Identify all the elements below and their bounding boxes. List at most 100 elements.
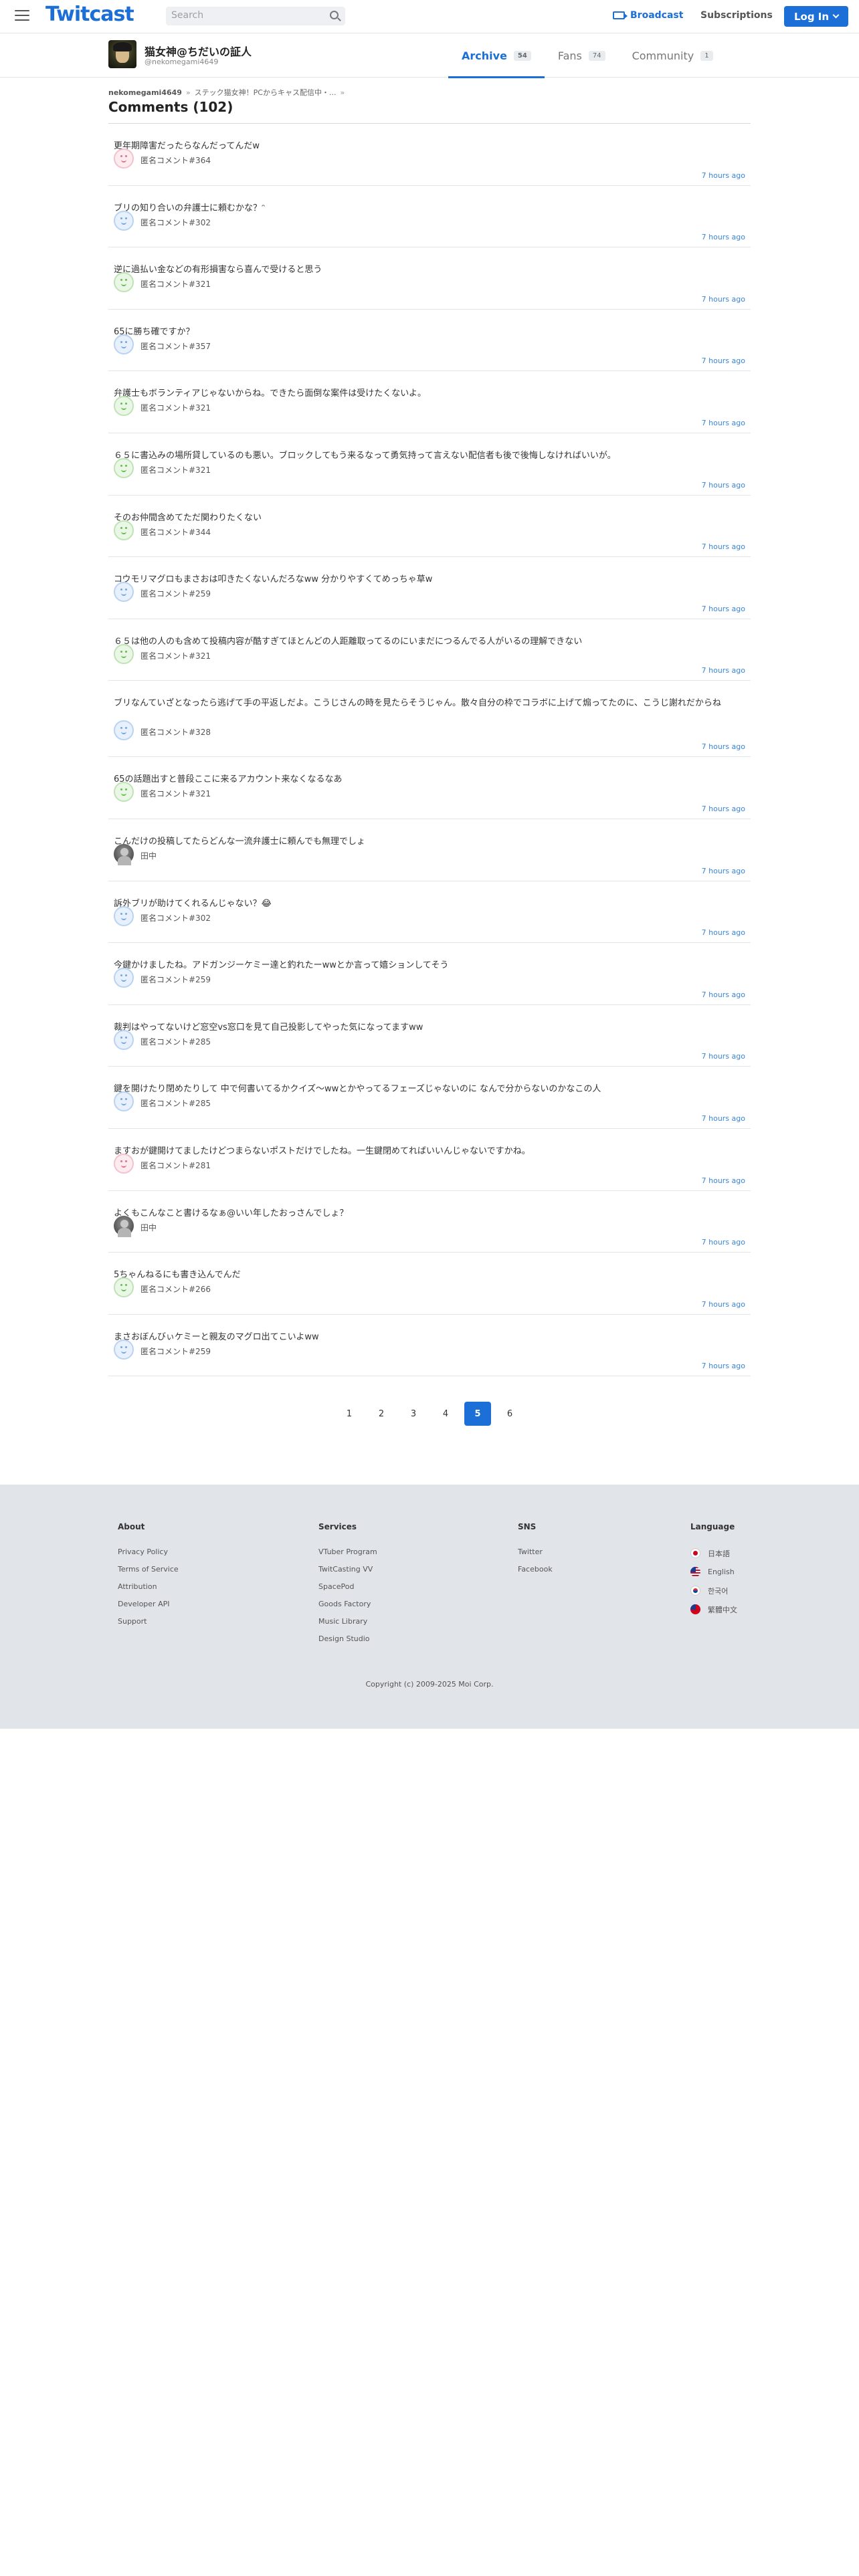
comment-text: コウモリマグロもまさおは叩きたくないんだろなww 分かりやすくてめっちゃ草w [114, 574, 433, 585]
anonymous-avatar-icon[interactable] [114, 1153, 134, 1174]
language-option[interactable]: 한국어 [690, 1585, 737, 1596]
anonymous-avatar-icon[interactable] [114, 520, 134, 540]
comment-author[interactable]: 匿名コメント#344 [140, 526, 211, 538]
anonymous-avatar-icon[interactable] [114, 1277, 134, 1298]
twitcast-logo[interactable]: Twitcast [45, 3, 134, 26]
comment-timestamp[interactable]: 7 hours ago [702, 1238, 745, 1247]
comment-timestamp[interactable]: 7 hours ago [702, 171, 745, 180]
comment-author[interactable]: 匿名コメント#321 [140, 402, 211, 413]
search-icon[interactable] [330, 11, 339, 19]
comment-author[interactable]: 匿名コメント#357 [140, 340, 211, 352]
anonymous-avatar-icon[interactable] [114, 334, 134, 354]
anonymous-avatar-icon[interactable] [114, 905, 134, 926]
comment-author[interactable]: 匿名コメント#285 [140, 1036, 211, 1047]
comment-author[interactable]: 匿名コメント#259 [140, 588, 211, 599]
comment-author[interactable]: 田中 [140, 1222, 157, 1233]
footer-link[interactable]: Twitter [518, 1547, 553, 1558]
footer-link[interactable]: Developer API [118, 1600, 179, 1610]
language-option[interactable]: 繁體中文 [690, 1604, 737, 1615]
anonymous-avatar-icon[interactable] [114, 396, 134, 417]
anonymous-avatar-icon[interactable] [114, 782, 134, 802]
comment-timestamp[interactable]: 7 hours ago [702, 542, 745, 551]
broadcast-link[interactable]: Broadcast [613, 10, 683, 21]
comment-author[interactable]: 匿名コメント#321 [140, 278, 211, 290]
comment-timestamp[interactable]: 7 hours ago [702, 666, 745, 675]
profile-name[interactable]: 猫女神@ちだいの証人 [145, 43, 252, 59]
footer-link[interactable]: Facebook [518, 1565, 553, 1575]
anonymous-avatar-icon[interactable] [114, 720, 134, 741]
comment-timestamp[interactable]: 7 hours ago [702, 1176, 745, 1185]
footer-link[interactable]: Privacy Policy [118, 1547, 179, 1558]
anonymous-avatar-icon[interactable] [114, 1091, 134, 1112]
comment-timestamp[interactable]: 7 hours ago [702, 295, 745, 304]
anonymous-avatar-icon[interactable] [114, 968, 134, 988]
footer-link[interactable]: Attribution [118, 1582, 179, 1592]
comment-author[interactable]: 匿名コメント#285 [140, 1097, 211, 1109]
avatar[interactable] [114, 843, 134, 865]
comment-author[interactable]: 匿名コメント#281 [140, 1160, 211, 1171]
comment-timestamp[interactable]: 7 hours ago [702, 1300, 745, 1309]
breadcrumb-user[interactable]: nekomegami4649 [108, 88, 182, 97]
breadcrumb-item[interactable]: ステック猫女神！PCからキャス配信中・... [195, 88, 337, 97]
comment-author[interactable]: 田中 [140, 850, 157, 861]
search-input[interactable]: Search [166, 7, 345, 25]
comment-timestamp[interactable]: 7 hours ago [702, 1114, 745, 1123]
footer-link[interactable]: Terms of Service [118, 1565, 179, 1575]
page-button-5[interactable]: 5 [464, 1402, 491, 1426]
anonymous-avatar-icon[interactable] [114, 457, 134, 478]
comment-timestamp[interactable]: 7 hours ago [702, 804, 745, 813]
comment-author[interactable]: 匿名コメント#302 [140, 912, 211, 924]
page-button-1[interactable]: 1 [336, 1402, 363, 1426]
hamburger-menu-icon[interactable] [15, 10, 29, 22]
comment-timestamp[interactable]: 7 hours ago [702, 605, 745, 613]
page-button-3[interactable]: 3 [400, 1402, 427, 1426]
comment-author[interactable]: 匿名コメント#321 [140, 650, 211, 661]
footer-link[interactable]: Design Studio [318, 1634, 377, 1644]
comment-author[interactable]: 匿名コメント#259 [140, 974, 211, 985]
language-option[interactable]: 日本語 [690, 1547, 737, 1559]
language-option[interactable]: English [690, 1566, 737, 1578]
footer-link[interactable]: TwitCasting VV [318, 1565, 377, 1575]
anonymous-avatar-icon[interactable] [114, 1029, 134, 1050]
comment-author[interactable]: 匿名コメント#266 [140, 1283, 211, 1295]
comment-author[interactable]: 匿名コメント#302 [140, 217, 211, 228]
comment-timestamp[interactable]: 7 hours ago [702, 928, 745, 937]
comment-author[interactable]: 匿名コメント#321 [140, 788, 211, 799]
footer-link[interactable]: VTuber Program [318, 1547, 377, 1558]
comment-timestamp[interactable]: 7 hours ago [702, 419, 745, 427]
comment-timestamp[interactable]: 7 hours ago [702, 742, 745, 751]
footer: About Privacy Policy Terms of Service Attr… [0, 1485, 859, 1729]
comment-timestamp[interactable]: 7 hours ago [702, 233, 745, 241]
anonymous-avatar-icon[interactable] [114, 272, 134, 293]
page-button-2[interactable]: 2 [368, 1402, 395, 1426]
page-button-4[interactable]: 4 [432, 1402, 459, 1426]
anonymous-avatar-icon[interactable] [114, 210, 134, 231]
comment-timestamp[interactable]: 7 hours ago [702, 990, 745, 999]
footer-link[interactable]: Goods Factory [318, 1600, 377, 1610]
comment-timestamp[interactable]: 7 hours ago [702, 481, 745, 490]
profile-avatar[interactable] [108, 40, 136, 68]
footer-link[interactable]: Music Library [318, 1617, 377, 1627]
anonymous-avatar-icon[interactable] [114, 1339, 134, 1360]
tab-community[interactable]: Community 1 [619, 33, 727, 78]
comment-author[interactable]: 匿名コメント#328 [140, 726, 211, 738]
page-button-6[interactable]: 6 [496, 1402, 523, 1426]
anonymous-avatar-icon[interactable] [114, 643, 134, 664]
subscriptions-link[interactable]: Subscriptions [700, 10, 773, 21]
comment-author[interactable]: 匿名コメント#364 [140, 154, 211, 166]
footer-link[interactable]: Support [118, 1617, 179, 1627]
tab-archive[interactable]: Archive 54 [448, 33, 545, 78]
login-button[interactable]: Log In [784, 6, 848, 27]
comment-timestamp[interactable]: 7 hours ago [702, 1052, 745, 1061]
anonymous-avatar-icon[interactable] [114, 582, 134, 603]
comment-timestamp[interactable]: 7 hours ago [702, 356, 745, 365]
comment-author[interactable]: 匿名コメント#321 [140, 464, 211, 475]
tab-fans[interactable]: Fans 74 [545, 33, 619, 78]
avatar[interactable] [114, 1215, 134, 1237]
footer-link[interactable]: SpacePod [318, 1582, 377, 1592]
comment-text: 裁判はやってないけど窓空vs窓口を見て自己投影してやった気になってますww [114, 1022, 423, 1033]
comment-author[interactable]: 匿名コメント#259 [140, 1346, 211, 1357]
comment-timestamp[interactable]: 7 hours ago [702, 867, 745, 875]
comment-timestamp[interactable]: 7 hours ago [702, 1362, 745, 1370]
anonymous-avatar-icon[interactable] [114, 148, 134, 169]
